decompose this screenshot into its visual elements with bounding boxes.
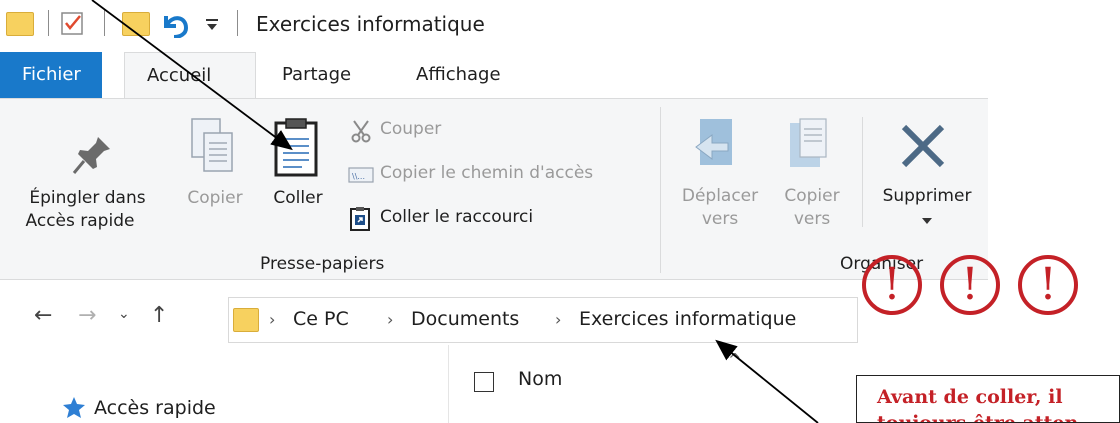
column-header-name[interactable]: Nom xyxy=(518,368,562,390)
breadcrumb-item[interactable]: Ce PC xyxy=(293,308,349,330)
star-icon xyxy=(63,397,85,418)
paste-shortcut-label: Coller le raccourci xyxy=(380,207,534,227)
move-to-icon xyxy=(695,119,732,165)
undo-icon[interactable] xyxy=(160,10,190,38)
ribbon: Épingler dans Accès rapide Copier Coller xyxy=(0,98,988,280)
folder-icon xyxy=(6,12,34,36)
delete-label: Supprimer xyxy=(882,186,972,206)
svg-text:\\...: \\... xyxy=(352,172,365,181)
copy-path-button[interactable]: \\... Copier le chemin d'accès xyxy=(346,161,646,189)
scissors-icon xyxy=(351,120,371,143)
clipboard-group-label: Presse-papiers xyxy=(260,254,385,274)
delete-x-icon xyxy=(901,124,945,168)
recent-locations-chevron-icon[interactable]: ⌄ xyxy=(118,306,130,322)
tab-home[interactable]: Accueil xyxy=(124,52,256,100)
copy-to-button[interactable]: Copier vers xyxy=(772,115,852,237)
group-separator xyxy=(862,117,863,227)
copy-to-icon xyxy=(790,118,827,167)
customize-toolbar-icon[interactable] xyxy=(205,18,219,32)
paste-clipboard-icon xyxy=(274,118,318,177)
copy-button[interactable]: Copier xyxy=(176,115,256,225)
callout-line-2: toujours être atten xyxy=(877,412,1079,423)
pin-label-line2: Accès rapide xyxy=(25,211,135,231)
warning-callout-box: Avant de coller, il toujours être atten xyxy=(856,375,1120,423)
copy-to-label-line1: Copier xyxy=(784,186,840,206)
copy-to-label-line2: vers xyxy=(793,209,831,229)
pin-icon xyxy=(72,137,110,174)
paste-shortcut-button[interactable]: Coller le raccourci xyxy=(346,205,646,233)
folder-icon xyxy=(233,308,259,332)
breadcrumb-separator: › xyxy=(387,310,394,329)
group-separator xyxy=(660,107,661,273)
copy-path-label: Copier le chemin d'accès xyxy=(380,163,594,183)
breadcrumb-separator: › xyxy=(555,310,562,329)
pin-quick-access-button[interactable]: Épingler dans Accès rapide xyxy=(8,121,168,241)
tab-share[interactable]: Partage xyxy=(262,52,371,98)
select-all-checkbox[interactable] xyxy=(474,372,494,392)
new-folder-icon[interactable] xyxy=(122,12,150,36)
paste-button[interactable]: Coller xyxy=(258,115,338,225)
warning-icon: ! xyxy=(940,255,1000,315)
up-arrow-icon[interactable]: ↑ xyxy=(150,303,168,328)
move-to-label-line1: Déplacer xyxy=(681,186,759,206)
ribbon-tabs: Fichier Accueil Partage Affichage xyxy=(0,52,1120,100)
copy-path-icon: \\... xyxy=(348,167,374,183)
callout-line-1: Avant de coller, il xyxy=(877,386,1063,408)
sort-ascending-icon: ^ xyxy=(728,350,742,369)
forward-arrow-icon[interactable]: → xyxy=(78,303,96,328)
toolbar-separator xyxy=(104,10,105,36)
properties-icon[interactable] xyxy=(60,10,86,36)
move-to-button[interactable]: Déplacer vers xyxy=(670,115,770,237)
address-bar[interactable]: › Ce PC › Documents › Exercices informat… xyxy=(228,297,858,343)
pin-label-line1: Épingler dans xyxy=(29,188,146,208)
cut-button[interactable]: Couper xyxy=(346,117,646,145)
breadcrumb-item[interactable]: Exercices informatique xyxy=(579,308,796,330)
copy-label: Copier xyxy=(187,188,243,208)
cut-label: Couper xyxy=(380,119,442,139)
title-bar: Exercices informatique xyxy=(0,0,1120,52)
breadcrumb-item[interactable]: Documents xyxy=(411,308,519,330)
paste-shortcut-icon xyxy=(350,207,370,231)
back-arrow-icon[interactable]: ← xyxy=(34,303,52,328)
delete-button[interactable]: Supprimer xyxy=(866,115,988,245)
sidebar-item-quick-access[interactable]: Accès rapide xyxy=(94,397,216,419)
warning-icon: ! xyxy=(862,255,922,315)
toolbar-separator xyxy=(48,10,49,36)
paste-label: Coller xyxy=(273,188,323,208)
move-to-label-line2: vers xyxy=(701,209,739,229)
warning-icon: ! xyxy=(1018,255,1078,315)
window-title: Exercices informatique xyxy=(256,12,485,36)
tab-file[interactable]: Fichier xyxy=(0,52,102,98)
breadcrumb-separator: › xyxy=(269,310,276,329)
pane-divider xyxy=(448,345,449,423)
copy-icon xyxy=(191,118,233,172)
tab-view[interactable]: Affichage xyxy=(396,52,521,98)
toolbar-separator xyxy=(237,10,238,36)
dropdown-arrow-icon xyxy=(922,218,932,224)
